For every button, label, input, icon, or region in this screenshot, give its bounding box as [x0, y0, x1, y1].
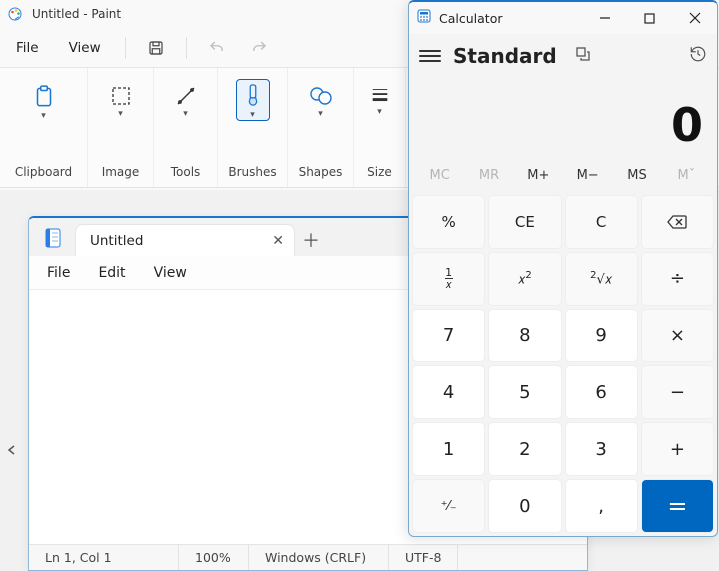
key-equals[interactable]: =	[641, 479, 714, 533]
mem-mplus[interactable]: M+	[514, 168, 563, 183]
key-negate[interactable]: ⁺⁄₋	[412, 479, 485, 533]
ribbon-label-tools: Tools	[171, 165, 201, 183]
save-icon[interactable]	[140, 32, 172, 64]
notepad-menu-edit[interactable]: Edit	[86, 261, 137, 285]
calc-keypad: % CE C 1𝑥 𝑥2 2√𝑥 ÷ 7 8 9 × 4 5 6 − 1 2 3…	[409, 192, 717, 536]
mem-mlist[interactable]: Mˇ	[662, 168, 711, 183]
key-add[interactable]: +	[641, 422, 714, 476]
notepad-menu-file[interactable]: File	[35, 261, 82, 285]
size-button[interactable]: ▾	[363, 80, 397, 120]
status-position: Ln 1, Col 1	[29, 545, 179, 570]
key-percent[interactable]: %	[412, 195, 485, 249]
key-reciprocal[interactable]: 1𝑥	[412, 252, 485, 306]
chevron-down-icon: ▾	[250, 111, 255, 119]
notepad-app-icon	[37, 222, 69, 254]
chevron-down-icon: ▾	[118, 110, 123, 118]
key-backspace[interactable]	[641, 195, 714, 249]
minimize-button[interactable]	[582, 2, 627, 34]
separator	[186, 37, 187, 59]
new-tab-button[interactable]: ＋	[295, 224, 327, 256]
status-zoom: 100%	[179, 545, 249, 570]
calc-mode: Standard	[453, 44, 557, 68]
ribbon-label-clipboard: Clipboard	[15, 165, 72, 183]
status-line-ending: Windows (CRLF)	[249, 545, 389, 570]
ribbon-label-brushes: Brushes	[228, 165, 276, 183]
key-5[interactable]: 5	[488, 365, 561, 419]
shapes-button[interactable]: ▾	[302, 80, 340, 122]
calculator-window: Calculator Standard	[408, 0, 718, 537]
ribbon-group-shapes: ▾ Shapes	[288, 68, 354, 187]
maximize-button[interactable]	[627, 2, 672, 34]
key-c[interactable]: C	[565, 195, 638, 249]
notepad-menu-view[interactable]: View	[142, 261, 199, 285]
key-sqrt[interactable]: 2√𝑥	[565, 252, 638, 306]
chevron-down-icon: ▾	[41, 112, 46, 120]
key-9[interactable]: 9	[565, 309, 638, 363]
key-3[interactable]: 3	[565, 422, 638, 476]
key-0[interactable]: 0	[488, 479, 561, 533]
key-1[interactable]: 1	[412, 422, 485, 476]
redo-icon[interactable]	[243, 32, 275, 64]
ribbon-group-clipboard: ▾ Clipboard	[0, 68, 88, 187]
calc-memory-row: MC MR M+ M− MS Mˇ	[409, 158, 717, 192]
close-icon[interactable]: ✕	[270, 233, 286, 249]
keep-on-top-icon[interactable]	[575, 46, 591, 66]
key-multiply[interactable]: ×	[641, 309, 714, 363]
mem-ms[interactable]: MS	[612, 168, 661, 183]
key-8[interactable]: 8	[488, 309, 561, 363]
key-6[interactable]: 6	[565, 365, 638, 419]
ribbon-group-tools: ▾ Tools	[154, 68, 218, 187]
key-ce[interactable]: CE	[488, 195, 561, 249]
key-subtract[interactable]: −	[641, 365, 714, 419]
notepad-tab-title: Untitled	[90, 233, 143, 249]
calculator-app-icon	[417, 9, 431, 27]
status-encoding: UTF-8	[389, 545, 458, 570]
key-decimal[interactable]: ,	[565, 479, 638, 533]
key-divide[interactable]: ÷	[641, 252, 714, 306]
chevron-down-icon: ▾	[377, 108, 382, 116]
close-button[interactable]	[672, 2, 717, 34]
undo-icon[interactable]	[201, 32, 233, 64]
hamburger-icon[interactable]	[419, 50, 441, 62]
ribbon-group-brushes: ▾ Brushes	[218, 68, 288, 187]
key-7[interactable]: 7	[412, 309, 485, 363]
window-controls	[582, 2, 717, 34]
separator	[125, 37, 126, 59]
ribbon-group-image: ▾ Image	[88, 68, 154, 187]
paint-menu-view[interactable]: View	[59, 34, 111, 62]
paint-app-icon	[8, 6, 24, 22]
ribbon-label-shapes: Shapes	[299, 165, 343, 183]
chevron-down-icon: ▾	[183, 110, 188, 118]
calc-header: Standard	[409, 34, 717, 78]
mem-mc[interactable]: MC	[415, 168, 464, 183]
calc-title: Calculator	[439, 11, 502, 26]
key-2[interactable]: 2	[488, 422, 561, 476]
paint-title: Untitled - Paint	[32, 7, 121, 21]
image-select-button[interactable]: ▾	[103, 80, 139, 122]
calc-titlebar: Calculator	[409, 2, 717, 34]
ribbon-label-image: Image	[102, 165, 140, 183]
mem-mr[interactable]: MR	[464, 168, 513, 183]
chevron-down-icon: ▾	[318, 110, 323, 118]
notepad-tab[interactable]: Untitled ✕	[75, 224, 295, 256]
ribbon-label-size: Size	[367, 165, 392, 183]
tools-button[interactable]: ▾	[168, 80, 204, 122]
ribbon-group-size: ▾ Size	[354, 68, 406, 187]
mem-mminus[interactable]: M−	[563, 168, 612, 183]
notepad-statusbar: Ln 1, Col 1 100% Windows (CRLF) UTF-8	[29, 544, 587, 570]
scroll-left-icon[interactable]	[2, 440, 22, 460]
key-square[interactable]: 𝑥2	[488, 252, 561, 306]
brushes-button[interactable]: ▾	[237, 80, 269, 120]
calc-display: 0	[409, 78, 717, 158]
paint-menu-file[interactable]: File	[6, 34, 49, 62]
clipboard-button[interactable]: ▾	[25, 80, 63, 124]
history-icon[interactable]	[689, 45, 707, 67]
key-4[interactable]: 4	[412, 365, 485, 419]
